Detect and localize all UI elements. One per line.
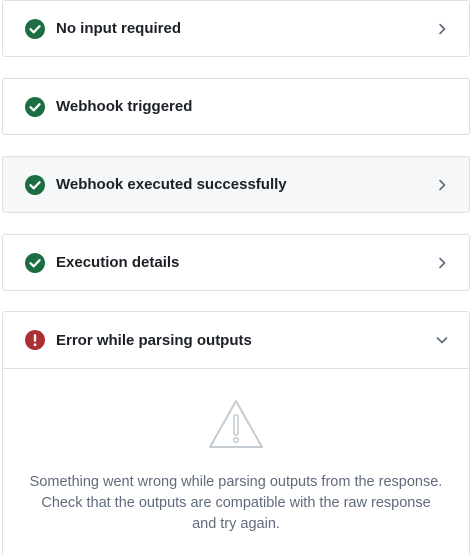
step-execution-details[interactable]: Execution details [2, 234, 470, 291]
error-panel-title: Error while parsing outputs [56, 331, 252, 349]
step-label: No input required [56, 20, 181, 37]
step-webhook-executed-successfully[interactable]: Webhook executed successfully [2, 156, 470, 213]
error-message: Something went wrong while parsing outpu… [3, 472, 469, 535]
step-label: Webhook executed successfully [56, 176, 287, 193]
step-webhook-triggered: Webhook triggered [2, 78, 470, 135]
check-circle-icon [25, 252, 45, 273]
error-message-line: Something went wrong while parsing outpu… [29, 474, 443, 490]
error-message-line: and try again. [192, 516, 280, 532]
step-label: Execution details [56, 254, 180, 271]
chevron-down-icon[interactable] [435, 333, 449, 347]
chevron-right-icon[interactable] [435, 22, 449, 36]
webhook-steps-panel: No input required Webhook triggered Webh… [0, 0, 474, 554]
error-message-line: Check that the outputs are compatible wi… [41, 495, 431, 511]
error-circle-icon [25, 330, 45, 350]
check-circle-icon [25, 18, 45, 39]
step-error-parsing-outputs: Error while parsing outputs Something we… [2, 311, 470, 554]
step-no-input-required[interactable]: No input required [2, 0, 470, 57]
check-circle-icon [25, 174, 45, 195]
chevron-right-icon[interactable] [435, 256, 449, 270]
step-label: Webhook triggered [56, 98, 193, 115]
warning-triangle-icon [209, 400, 263, 448]
error-panel-header[interactable]: Error while parsing outputs [3, 312, 469, 369]
check-circle-icon [25, 96, 45, 117]
chevron-right-icon[interactable] [435, 178, 449, 192]
